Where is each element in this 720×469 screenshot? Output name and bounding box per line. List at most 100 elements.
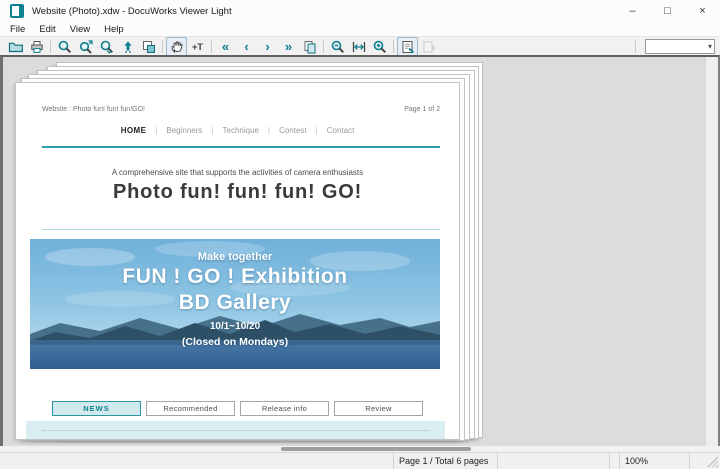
- next-page-icon[interactable]: ›: [257, 37, 278, 56]
- jump-page-icon[interactable]: [117, 37, 138, 56]
- tab-review: Review: [334, 401, 423, 416]
- toolbar-separator: [50, 40, 51, 53]
- magnifier-page-glyph: [100, 40, 113, 54]
- page-header-left: Website : Photo fun! fun! fun!GO!: [42, 106, 145, 113]
- tab-recommended: Recommended: [146, 401, 235, 416]
- zoom-tool-icon[interactable]: [54, 37, 75, 56]
- nav-home: HOME: [120, 126, 147, 135]
- menu-edit[interactable]: Edit: [32, 24, 62, 35]
- pages-glyph: [304, 40, 315, 53]
- menu-bar: File Edit View Help: [0, 22, 720, 36]
- nav-separator: |: [155, 126, 158, 135]
- zoom-select-icon[interactable]: [75, 37, 96, 56]
- resize-grip[interactable]: [707, 456, 718, 467]
- view-mode-icon[interactable]: [397, 37, 418, 56]
- app-icon: [10, 4, 24, 18]
- site-title: Photo fun! fun! fun! GO!: [112, 181, 363, 203]
- menu-file[interactable]: File: [3, 24, 32, 35]
- status-pane-message: [0, 453, 393, 469]
- export-annotations-icon: [418, 37, 439, 56]
- folder-glyph: [8, 42, 23, 52]
- exhibition-banner: Make together FUN ! GO ! Exhibition BD G…: [30, 239, 440, 369]
- site-nav: HOME | Beginners | Technique | Contest |…: [16, 126, 459, 135]
- zoom-combobox[interactable]: ▾: [645, 39, 715, 54]
- nav-separator: |: [315, 126, 318, 135]
- page-header: Website : Photo fun! fun! fun!GO! Page 1…: [42, 106, 440, 113]
- chevron-down-icon: ▾: [707, 42, 712, 51]
- maximize-button[interactable]: □: [650, 0, 685, 22]
- close-button[interactable]: ×: [685, 0, 720, 22]
- fit-width-glyph: [352, 41, 365, 52]
- first-page-glyph: «: [221, 39, 230, 54]
- magnifier-plus-glyph: [373, 40, 386, 53]
- text-select-glyph: +T: [192, 41, 203, 52]
- last-page-glyph: »: [284, 39, 293, 54]
- status-pane-empty: [497, 453, 609, 469]
- banner-line1: Make together: [197, 251, 273, 263]
- window-controls: – □ ×: [615, 0, 720, 22]
- nav-contact: Contact: [326, 126, 355, 135]
- magnifier-arrows-glyph: [79, 39, 93, 54]
- nav-rule: [42, 146, 440, 148]
- tab-news: NEWS: [52, 401, 141, 416]
- status-page-info: Page 1 / Total 6 pages: [393, 453, 497, 469]
- zoom-page-icon[interactable]: [96, 37, 117, 56]
- nav-beginners: Beginners: [166, 126, 203, 135]
- title-bar: Website (Photo).xdw - DocuWorks Viewer L…: [0, 0, 720, 22]
- document-workspace[interactable]: Website : Photo fun! fun! fun!GO! Page 1…: [0, 55, 720, 446]
- print-icon[interactable]: [26, 37, 47, 56]
- document-view-glyph: [402, 40, 414, 53]
- open-document-icon[interactable]: [5, 37, 26, 56]
- nav-contest: Contest: [279, 126, 307, 135]
- banner-closed-note: (Closed on Mondays): [181, 336, 289, 348]
- first-page-icon[interactable]: «: [215, 37, 236, 56]
- switch-window-icon[interactable]: [138, 37, 159, 56]
- nav-separator: |: [211, 126, 214, 135]
- status-zoom-level: 100%: [619, 453, 689, 469]
- news-section-band: [26, 421, 445, 439]
- menu-help[interactable]: Help: [97, 24, 131, 35]
- toolbar-separator: [323, 40, 324, 53]
- toolbar-right: ▾: [632, 37, 715, 56]
- toolbar: +T « ‹ › » ▾: [0, 36, 720, 56]
- next-page-glyph: ›: [265, 39, 270, 54]
- minimize-button[interactable]: –: [615, 0, 650, 22]
- zoom-in-icon[interactable]: [369, 37, 390, 56]
- last-page-icon[interactable]: »: [278, 37, 299, 56]
- site-tagline: A comprehensive site that supports the a…: [111, 168, 364, 177]
- window-title: Website (Photo).xdw - DocuWorks Viewer L…: [32, 5, 232, 17]
- fit-width-icon[interactable]: [348, 37, 369, 56]
- magnifier-glyph: [58, 40, 71, 53]
- status-pane-grip: [689, 453, 720, 469]
- status-bar: Page 1 / Total 6 pages 100%: [0, 452, 720, 469]
- toolbar-separator: [162, 40, 163, 53]
- jump-arrow-glyph: [123, 41, 132, 53]
- page-thumbnails-icon[interactable]: [299, 37, 320, 56]
- window-switch-glyph: [142, 40, 155, 53]
- export-glyph: [423, 41, 435, 52]
- menu-view[interactable]: View: [63, 24, 97, 35]
- page-header-right: Page 1 of 2: [404, 106, 440, 113]
- previous-page-glyph: ‹: [244, 39, 249, 54]
- hand-glyph: [170, 40, 183, 54]
- vertical-scrollbar[interactable]: [705, 57, 718, 446]
- text-select-tool-icon[interactable]: +T: [187, 37, 208, 56]
- pan-hand-tool-icon[interactable]: [166, 37, 187, 56]
- toolbar-separator: [211, 40, 212, 53]
- banner-line2: FUN ! GO ! Exhibition: [122, 265, 348, 288]
- status-pane-small: [609, 453, 619, 469]
- banner-dates: 10/1~10/20: [209, 321, 261, 332]
- magnifier-minus-glyph: [331, 40, 344, 53]
- tab-release-info: Release info: [240, 401, 329, 416]
- banner-line3: BD Gallery: [178, 291, 292, 314]
- zoom-out-icon[interactable]: [327, 37, 348, 56]
- toolbar-separator: [635, 40, 636, 53]
- document-page[interactable]: Website : Photo fun! fun! fun!GO! Page 1…: [15, 82, 460, 440]
- toolbar-separator: [393, 40, 394, 53]
- previous-page-icon[interactable]: ‹: [236, 37, 257, 56]
- nav-separator: |: [267, 126, 271, 135]
- page-tab-buttons: NEWS Recommended Release info Review: [52, 401, 423, 416]
- horizontal-scrollbar-thumb[interactable]: [281, 447, 471, 451]
- title-rule: [42, 229, 440, 230]
- nav-technique: Technique: [222, 126, 259, 135]
